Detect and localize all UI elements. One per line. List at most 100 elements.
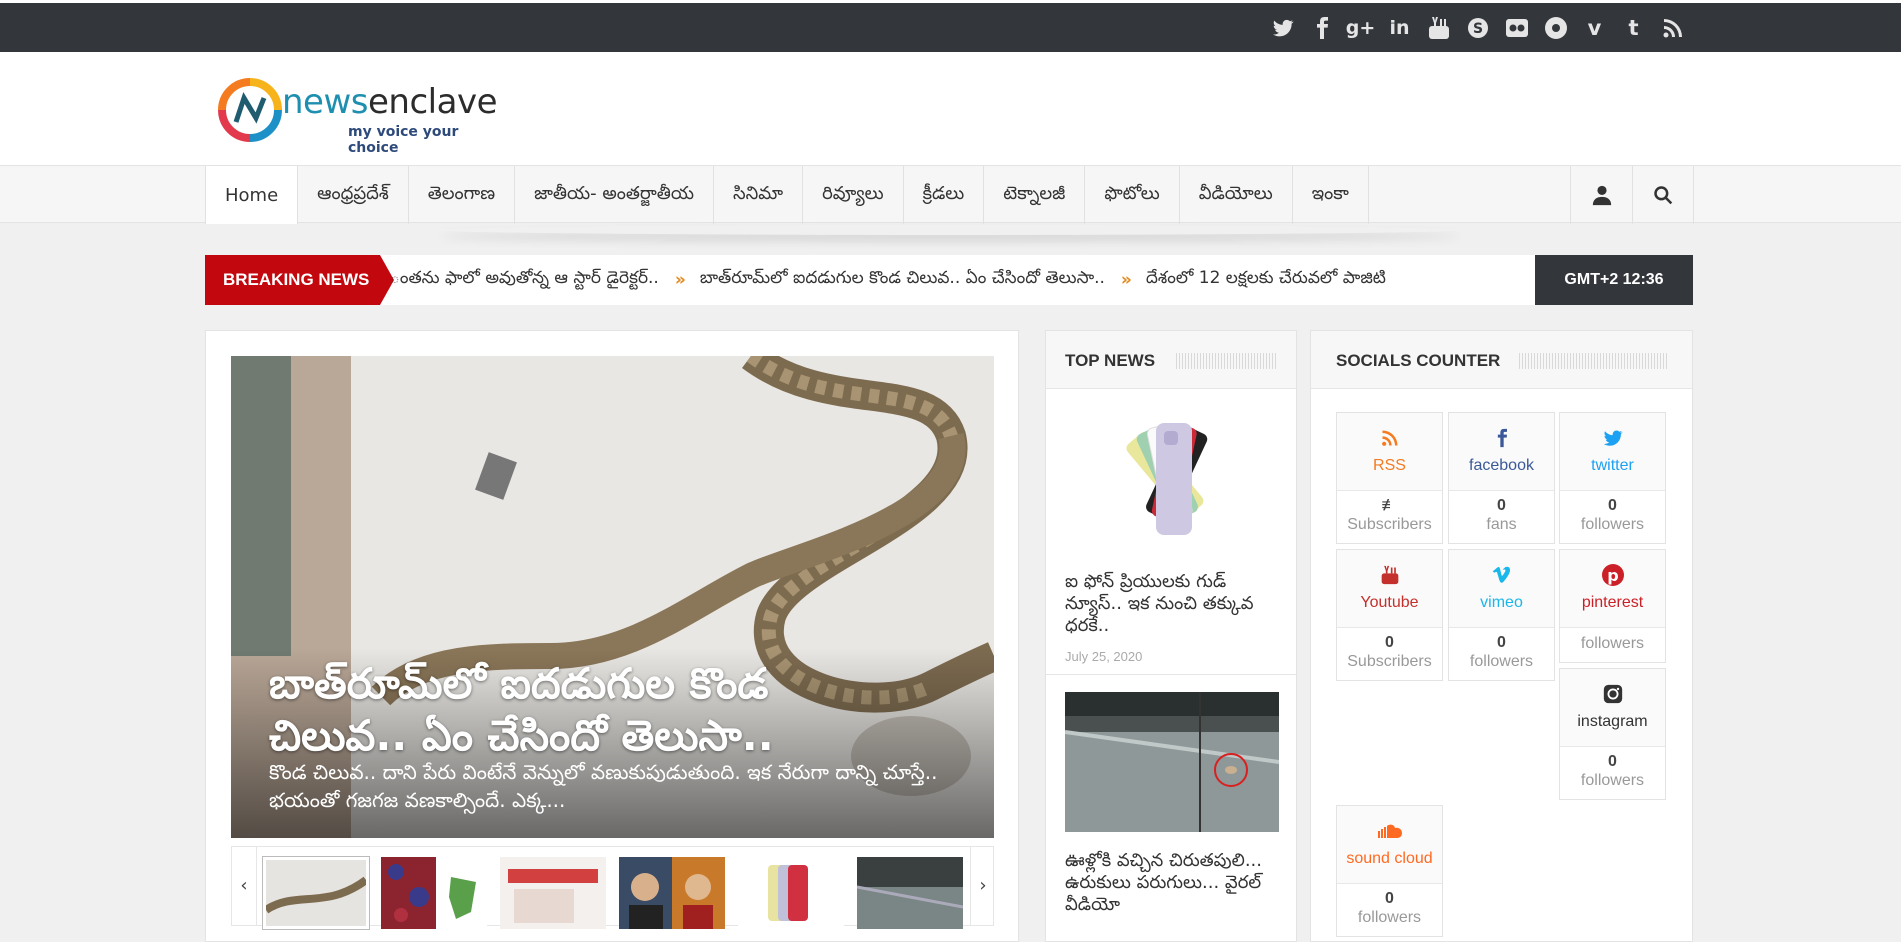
social-counter-label: instagram: [1577, 713, 1648, 730]
nav-item-telangana[interactable]: తెలంగాణ: [409, 166, 516, 224]
social-counter-label: vimeo: [1480, 594, 1523, 611]
flickr-icon[interactable]: [1504, 15, 1529, 40]
social-counter-pinterest[interactable]: p pinterest followers: [1559, 549, 1666, 663]
thumbnail-track: [256, 847, 971, 929]
site-logo[interactable]: newsenclave my voice your choice: [216, 74, 506, 156]
social-counter-label: sound cloud: [1346, 850, 1433, 867]
social-counter-vimeo[interactable]: vimeo 0 followers: [1448, 549, 1555, 681]
nav-item-sports[interactable]: క్రీడలు: [904, 166, 985, 224]
social-counter-count: ≢: [1381, 497, 1398, 514]
social-counter-count: 0: [1385, 634, 1394, 651]
top-news-title[interactable]: ఐ ఫోన్ ప్రియులకు గుడ్ న్యూస్.. ఇక నుంచి …: [1065, 571, 1279, 637]
google-plus-icon[interactable]: g+: [1346, 15, 1376, 40]
nav-item-reviews[interactable]: రివ్యూలు: [803, 166, 904, 224]
socials-counter-widget: SOCIALS COUNTER RSS ≢ Subscribers facebo…: [1310, 330, 1693, 942]
slider-thumbnails: ‹ ›: [231, 846, 994, 929]
nav-item-technology[interactable]: టెక్నాలజీ: [984, 166, 1086, 224]
user-login-button[interactable]: [1570, 166, 1632, 224]
ticker-item[interactable]: బాత్‌రూమ్‌లో ఐదడుగుల కొండ చిలువ.. ఏం చేస…: [700, 268, 1105, 292]
top-news-title[interactable]: ఊళ్లోకి వచ్చిన చిరుతపులి... ఉరుకులు పరుగ…: [1065, 850, 1279, 916]
social-counter-unit: followers: [1580, 516, 1645, 533]
nav-item-photos[interactable]: ఫొటోలు: [1085, 166, 1180, 224]
social-counter-label: facebook: [1469, 457, 1534, 474]
top-news-header: TOP NEWS: [1046, 331, 1296, 389]
rss-icon[interactable]: [1660, 15, 1685, 40]
social-counter-unit: followers: [1580, 635, 1645, 652]
twitter-icon[interactable]: [1270, 15, 1295, 40]
featured-slide[interactable]: బాత్‌రూమ్‌లో ఐదడుగుల కొండ చిలువ.. ఏం చేస…: [231, 356, 994, 838]
social-counter-count: 0: [1497, 634, 1506, 651]
chevron-right-icon: »: [674, 270, 686, 290]
svg-text:p: p: [1607, 566, 1618, 585]
skype-icon[interactable]: S: [1465, 15, 1490, 40]
nav-item-videos[interactable]: వీడియోలు: [1180, 166, 1293, 224]
top-news-item[interactable]: ఊళ్లోకి వచ్చిన చిరుతపులి... ఉరుకులు పరుగ…: [1065, 692, 1279, 916]
social-counter-twitter[interactable]: twitter 0 followers: [1559, 412, 1666, 544]
nav-item-cinema[interactable]: సినిమా: [714, 166, 804, 224]
heading-stripes: [1176, 353, 1276, 369]
header-social-links: g+ in S v t: [1270, 15, 1685, 40]
thumbnail-iphone[interactable]: [738, 857, 844, 929]
breaking-news-bar: BREAKING NEWS ంతను ఫాలో అవుతోన్న ఆ స్టార…: [205, 255, 1693, 305]
top-news-image[interactable]: [1065, 413, 1279, 553]
svg-text:S: S: [1472, 21, 1482, 37]
nav-item-home[interactable]: Home: [205, 166, 299, 224]
social-counter-unit: followers: [1357, 909, 1422, 926]
social-counter-facebook[interactable]: facebook 0 fans: [1448, 412, 1555, 544]
featured-slider-box: బాత్‌రూమ్‌లో ఐదడుగుల కొండ చిలువ.. ఏం చేస…: [205, 330, 1019, 942]
thumbnail-snake[interactable]: [263, 857, 369, 929]
site-header: newsenclave my voice your choice: [0, 52, 1901, 165]
top-news-item[interactable]: ఐ ఫోన్ ప్రియులకు గుడ్ న్యూస్.. ఇక నుంచి …: [1065, 413, 1279, 664]
nav-item-national-international[interactable]: జాతీయ- అంతర్జాతీయ: [515, 166, 714, 224]
vimeo-icon[interactable]: v: [1582, 15, 1607, 40]
logo-wordmark: newsenclave: [282, 82, 497, 122]
facebook-icon: [1449, 423, 1554, 453]
social-counter-soundcloud[interactable]: sound cloud 0 followers: [1336, 805, 1443, 937]
logo-tagline: my voice your choice: [348, 124, 459, 156]
social-counter-label: RSS: [1373, 457, 1406, 474]
top-news-widget: TOP NEWS ఐ ఫోన్ ప్రియులకు గుడ్ న్యూస్.. …: [1045, 330, 1297, 942]
soundcloud-icon: [1337, 816, 1442, 846]
top-news-heading: TOP NEWS: [1065, 351, 1156, 370]
social-counter-unit: Subscribers: [1347, 653, 1432, 670]
nav-item-more[interactable]: ఇంకా: [1293, 166, 1369, 224]
tumblr-icon[interactable]: t: [1621, 15, 1646, 40]
youtube-icon[interactable]: [1426, 15, 1451, 40]
twitter-icon: [1560, 423, 1665, 453]
social-counter-label: Youtube: [1360, 594, 1419, 611]
logo-wordmark-enclave: enclave: [368, 82, 497, 122]
ticker-item[interactable]: ంతను ఫాలో అవుతోన్న ఆ స్టార్ డైరెక్టర్..: [390, 268, 659, 292]
chevron-right-icon[interactable]: ›: [973, 875, 993, 896]
main-navigation: Home ఆంధ్రప్రదేశ్ తెలంగాణ జాతీయ- అంతర్జా…: [0, 165, 1901, 224]
ticker-item[interactable]: దేశంలో 12 లక్షలకు చేరువలో పాజిటి: [1146, 268, 1386, 292]
facebook-icon[interactable]: [1309, 15, 1334, 40]
social-counter-instagram[interactable]: instagram 0 followers: [1559, 668, 1666, 800]
thumbnail-leaders[interactable]: [619, 857, 725, 929]
vimeo-icon: [1449, 560, 1554, 590]
social-counter-unit: Subscribers: [1347, 516, 1432, 533]
socials-counter-heading: SOCIALS COUNTER: [1336, 351, 1501, 370]
top-news-date: July 25, 2020: [1065, 649, 1143, 664]
social-counter-count: 0: [1385, 890, 1394, 907]
search-button[interactable]: [1632, 166, 1694, 224]
top-social-bar: g+ in S v t: [0, 0, 1901, 52]
nav-item-andhra-pradesh[interactable]: ఆంధ్రప్రదేశ్: [298, 166, 409, 224]
thumbnail-virus-map[interactable]: [381, 857, 487, 929]
gmt-clock: GMT+2 12:36: [1535, 255, 1693, 305]
youtube-icon: [1337, 560, 1442, 590]
social-counter-count: 0: [1608, 497, 1617, 514]
search-icon: [1654, 186, 1673, 205]
top-news-image[interactable]: [1065, 692, 1279, 832]
social-counter-unit: fans: [1486, 516, 1517, 533]
thumbnail-newspaper[interactable]: [500, 857, 606, 929]
social-counter-youtube[interactable]: Youtube 0 Subscribers: [1336, 549, 1443, 681]
linkedin-icon[interactable]: in: [1387, 15, 1412, 40]
chevron-left-icon[interactable]: ‹: [234, 875, 254, 896]
picasa-icon[interactable]: [1543, 15, 1568, 40]
chevron-right-icon: »: [1120, 270, 1132, 290]
featured-slide-title[interactable]: బాత్‌రూమ్‌లో ఐదడుగుల కొండ చిలువ.. ఏం చేస…: [269, 658, 889, 762]
thumbnail-cctv[interactable]: [857, 857, 963, 929]
social-counter-rss[interactable]: RSS ≢ Subscribers: [1336, 412, 1443, 544]
rss-icon: [1337, 423, 1442, 453]
logo-mark-icon: [218, 78, 282, 142]
